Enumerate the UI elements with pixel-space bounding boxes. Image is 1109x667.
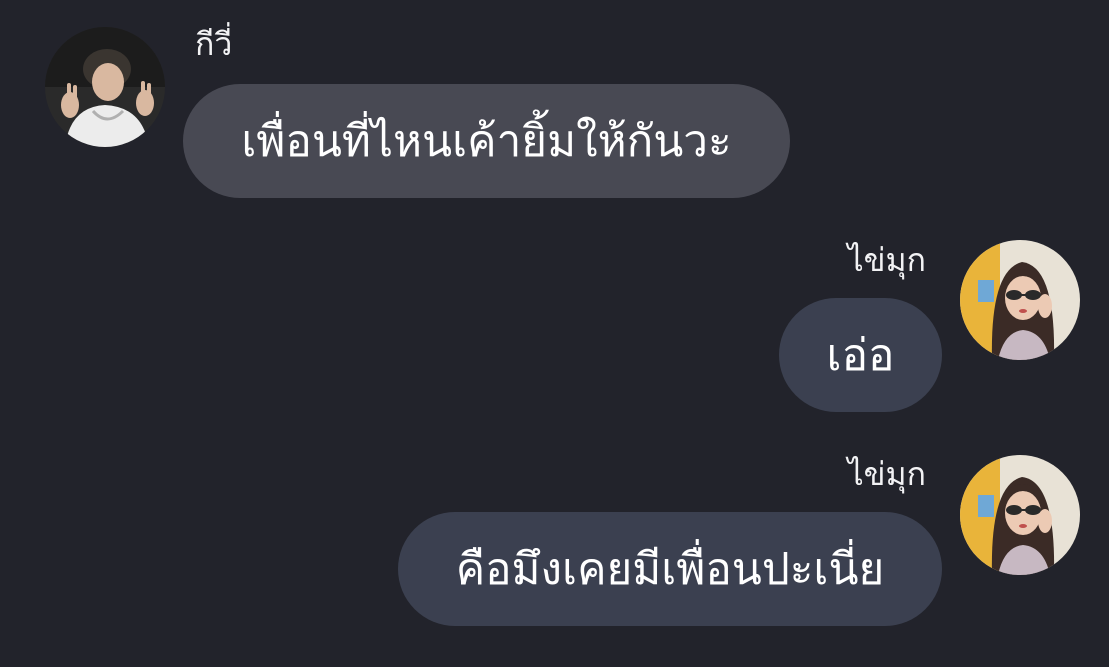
message-bubble-outgoing[interactable]: เอ่อ	[779, 298, 942, 412]
message-text: คือมึงเคยมีเพื่อนปะเนี่ย	[455, 544, 885, 595]
message-text: เพื่อนที่ไหนเค้ายิ้มให้กันวะ	[241, 116, 732, 167]
avatar-photo-icon	[45, 27, 165, 147]
sender-name: ไข่มุก	[847, 241, 926, 279]
message-text: เอ่อ	[826, 330, 895, 381]
message-bubble-outgoing[interactable]: คือมึงเคยมีเพื่อนปะเนี่ย	[398, 512, 942, 626]
message-bubble-incoming[interactable]: เพื่อนที่ไหนเค้ายิ้มให้กันวะ	[183, 84, 790, 198]
avatar-photo-icon	[960, 455, 1080, 575]
avatar-kiwi[interactable]	[45, 27, 165, 147]
avatar-photo-icon	[960, 240, 1080, 360]
sender-name: ไข่มุก	[847, 455, 926, 493]
avatar-khaimook[interactable]	[960, 455, 1080, 575]
avatar-khaimook[interactable]	[960, 240, 1080, 360]
sender-name: กีวี่	[195, 25, 233, 63]
